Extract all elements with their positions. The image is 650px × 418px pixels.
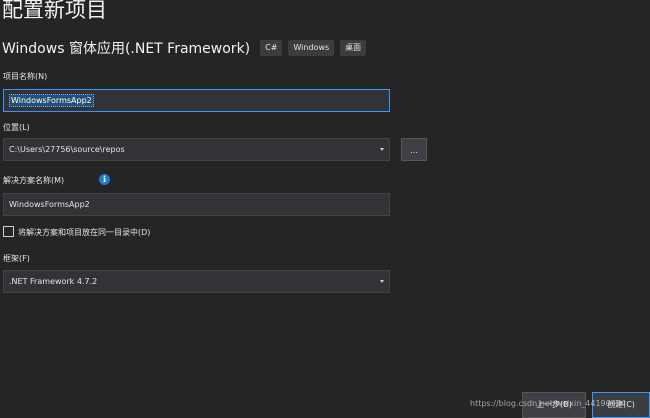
tag-platform: Windows (288, 40, 335, 56)
same-directory-checkbox[interactable] (3, 226, 14, 237)
framework-label: 框架(F) (3, 254, 30, 263)
solution-name-input[interactable]: WindowsFormsApp2 (3, 193, 390, 216)
info-icon[interactable]: i (99, 174, 110, 185)
location-label: 位置(L) (3, 123, 30, 132)
tag-project-type: 桌面 (340, 40, 367, 56)
project-name-input[interactable]: WindowsFormsApp2 (3, 89, 390, 112)
template-name: Windows 窗体应用(.NET Framework) (2, 41, 251, 57)
template-header: Windows 窗体应用(.NET Framework) C# Windows … (2, 38, 372, 58)
tag-language: C# (260, 40, 283, 56)
project-name-value: WindowsFormsApp2 (9, 94, 94, 107)
chevron-down-icon[interactable] (380, 148, 384, 151)
location-value: C:\Users\27756\source\repos (9, 145, 125, 154)
location-combobox[interactable]: C:\Users\27756\source\repos (3, 138, 390, 161)
chevron-down-icon[interactable] (380, 280, 384, 283)
watermark: https://blog.csdn.net/weixin_44190954 (470, 399, 627, 408)
browse-location-button[interactable]: ... (401, 138, 427, 161)
configure-project-page: 配置新项目 Windows 窗体应用(.NET Framework) C# Wi… (0, 0, 650, 418)
solution-name-value: WindowsFormsApp2 (9, 200, 90, 209)
framework-value: .NET Framework 4.7.2 (9, 277, 98, 286)
project-name-label: 项目名称(N) (3, 72, 48, 81)
framework-combobox[interactable]: .NET Framework 4.7.2 (3, 270, 390, 293)
solution-name-label: 解决方案名称(M) (3, 176, 65, 185)
page-title: 配置新项目 (2, 0, 107, 22)
same-directory-label[interactable]: 将解决方案和项目放在同一目录中(D) (18, 227, 150, 238)
